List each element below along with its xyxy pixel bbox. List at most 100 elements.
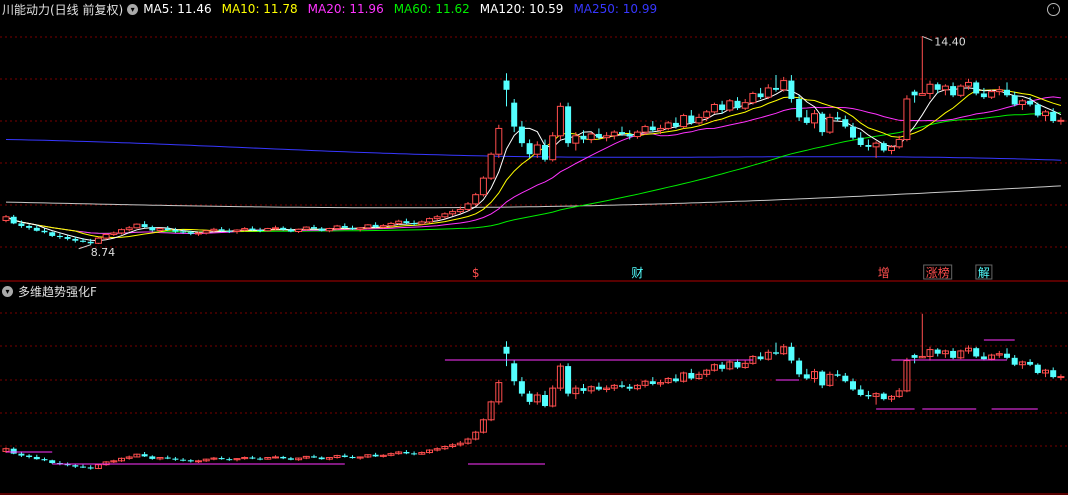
- indicator-bar: [218, 458, 225, 460]
- candle: [464, 202, 472, 212]
- indicator-bar: [226, 459, 233, 461]
- candle-body: [649, 126, 656, 131]
- candle-body: [657, 127, 664, 131]
- candle: [472, 192, 480, 206]
- indicator-bar: [734, 361, 741, 368]
- candle-body: [865, 145, 872, 147]
- candle: [726, 98, 734, 112]
- candle-body: [257, 230, 264, 232]
- event-markers: $ 财 增 涨榜 解: [472, 264, 993, 280]
- ma-legend-item: MA5: 11.46: [143, 2, 212, 16]
- indicator-bar: [788, 346, 795, 361]
- candle: [857, 132, 864, 147]
- indicator-bar: [187, 460, 194, 462]
- candle-body: [834, 117, 841, 120]
- candle-body: [325, 228, 333, 232]
- candle: [796, 95, 803, 122]
- indicator-bar: [272, 456, 279, 459]
- candle-body: [934, 84, 941, 90]
- candle-body: [580, 135, 587, 140]
- candle-body: [341, 225, 348, 228]
- candle-body: [187, 232, 194, 234]
- indicator-bar: [950, 350, 957, 358]
- candle-body: [426, 218, 433, 223]
- chevron-down-icon[interactable]: ▾: [2, 285, 13, 297]
- settings-icon[interactable]: ·: [1047, 3, 1060, 16]
- candle: [526, 139, 533, 158]
- candle-body: [56, 235, 63, 238]
- ma-legend-item: MA10: 11.78: [221, 2, 298, 16]
- candle: [487, 152, 495, 180]
- candle-body: [172, 230, 179, 232]
- chevron-down-icon[interactable]: ▾: [127, 3, 139, 15]
- candle-body: [487, 153, 495, 179]
- candle-body: [811, 113, 818, 124]
- candle-body: [449, 211, 457, 215]
- candle: [633, 130, 641, 139]
- candle-body: [10, 216, 17, 224]
- candle-body: [903, 98, 911, 140]
- candle-body: [941, 85, 949, 91]
- indicator-bar: [318, 457, 325, 460]
- candle: [41, 228, 48, 234]
- candle: [418, 220, 426, 225]
- candle-body: [773, 87, 779, 90]
- indicator-bar: [834, 374, 841, 376]
- candle-body: [218, 229, 225, 231]
- kline-chart-canvas[interactable]: $ 财 增 涨榜 解 14.40 8.74: [0, 0, 1068, 495]
- indicator-bar: [619, 385, 625, 387]
- candle: [895, 135, 903, 149]
- price-low-label: 8.74: [91, 246, 116, 259]
- indicator-bars: [2, 313, 1065, 470]
- indicator-bar: [773, 352, 779, 354]
- candle-body: [511, 102, 518, 127]
- candle: [549, 132, 557, 162]
- indicator-bar: [372, 454, 379, 457]
- candle-body: [379, 225, 387, 228]
- indicator-bar: [341, 455, 348, 457]
- candle-body: [1034, 104, 1041, 116]
- candle-body: [156, 228, 164, 231]
- candle: [695, 113, 703, 125]
- candle-body: [710, 104, 718, 113]
- candle-body: [850, 126, 856, 138]
- indicator-bar: [803, 374, 810, 379]
- candle: [834, 111, 841, 122]
- chart-header: 川能动力(日线 前复权) ▾ MA5: 11.46 MA10: 11.78 MA20…: [0, 0, 657, 18]
- candle: [741, 98, 749, 111]
- candle-body: [549, 135, 557, 161]
- candle: [518, 121, 525, 147]
- candle-body: [1011, 95, 1018, 105]
- candle: [764, 84, 772, 99]
- candle: [233, 229, 241, 234]
- candle-body: [587, 133, 595, 140]
- ma-legend: MA5: 11.46 MA10: 11.78 MA20: 11.96 MA60: 11…: [143, 2, 657, 16]
- candle: [295, 228, 303, 233]
- indicator-bar: [1027, 361, 1034, 365]
- candle: [403, 218, 410, 225]
- candle-body: [202, 230, 210, 234]
- candle-body: [1018, 100, 1026, 106]
- candle-body: [980, 93, 987, 98]
- candle: [957, 84, 965, 98]
- candle-body: [403, 221, 410, 224]
- indicator-bar: [688, 372, 695, 379]
- candle-body: [1057, 119, 1065, 122]
- candle-body: [1050, 111, 1057, 122]
- candle: [56, 233, 63, 239]
- candle-body: [318, 228, 325, 231]
- candle-body: [703, 111, 711, 118]
- indicator-bar: [49, 460, 56, 464]
- candle-body: [641, 126, 649, 133]
- candle-body: [1042, 111, 1049, 117]
- event-marker: 涨榜: [926, 265, 950, 280]
- candle: [918, 36, 926, 96]
- candle-body: [441, 213, 449, 218]
- candle: [664, 121, 672, 131]
- indicator-bar: [649, 381, 656, 384]
- candle-body: [287, 229, 294, 232]
- candle-body: [180, 231, 187, 233]
- candle: [811, 110, 818, 129]
- candle-body: [364, 224, 372, 229]
- indicator-bar: [850, 381, 856, 390]
